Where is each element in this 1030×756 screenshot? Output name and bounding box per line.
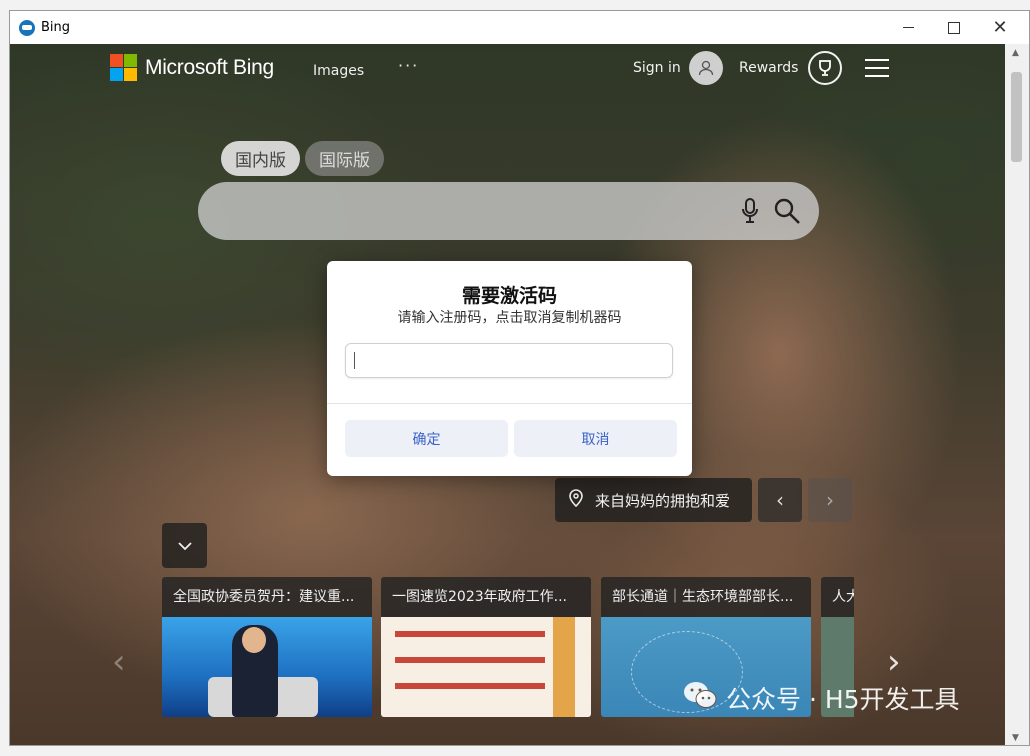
watermark: 公众号 · H5开发工具 [682, 680, 960, 716]
search-box[interactable] [198, 182, 819, 240]
wechat-icon [682, 680, 718, 716]
window-title: Bing [41, 20, 71, 35]
maximize-icon [948, 21, 960, 34]
menu-icon[interactable] [865, 59, 889, 83]
news-caption: 人大 [821, 577, 854, 617]
news-next-arrow-icon[interactable]: › [887, 642, 901, 682]
close-icon: ✕ [992, 17, 1008, 38]
sign-in-button[interactable]: Sign in [633, 51, 723, 85]
news-prev-arrow-icon[interactable]: ‹ [112, 642, 126, 682]
chevron-left-icon: ‹ [776, 488, 784, 512]
nav-images-link[interactable]: Images [313, 63, 364, 79]
search-icon[interactable] [773, 197, 801, 229]
activation-dialog: 需要激活码 请输入注册码，点击取消复制机器码 确定 取消 [327, 261, 692, 476]
browser-window: Bing ✕ Microsoft Bing Images ··· Sign in… [9, 10, 1030, 746]
news-thumbnail [381, 617, 591, 717]
location-pin-icon [569, 489, 583, 511]
image-location-button[interactable]: 来自妈妈的拥抱和爱 [555, 478, 752, 522]
chevron-down-icon [177, 541, 192, 550]
scroll-down-icon[interactable]: ▼ [1012, 733, 1019, 743]
news-caption: 全国政协委员贺丹：建议重... [162, 577, 372, 617]
news-card[interactable]: 全国政协委员贺丹：建议重... [162, 577, 372, 717]
bing-homepage: Microsoft Bing Images ··· Sign in Reward… [10, 44, 1006, 745]
news-caption: 一图速览2023年政府工作... [381, 577, 591, 617]
watermark-text: 公众号 · H5开发工具 [726, 685, 960, 714]
more-icon[interactable]: ··· [398, 56, 419, 75]
news-thumbnail [162, 617, 372, 717]
bing-app-icon [19, 19, 35, 36]
image-location-label: 来自妈妈的拥抱和爱 [595, 491, 731, 510]
rewards-label: Rewards [739, 60, 799, 76]
scroll-up-icon[interactable]: ▲ [1012, 48, 1019, 58]
activation-code-input[interactable] [345, 343, 673, 378]
region-tabs: 国内版 国际版 [221, 141, 389, 176]
next-image-button[interactable]: › [808, 478, 852, 522]
confirm-button[interactable]: 确定 [345, 420, 508, 457]
expand-feed-button[interactable] [162, 523, 207, 568]
brand-name: Microsoft Bing [145, 55, 274, 79]
microphone-icon[interactable] [741, 198, 759, 228]
maximize-button[interactable] [931, 11, 977, 44]
scrollbar-thumb[interactable] [1011, 72, 1022, 162]
sign-in-label: Sign in [633, 60, 681, 76]
title-bar: Bing ✕ [10, 11, 1029, 44]
chevron-right-icon: › [826, 488, 834, 512]
rewards-button[interactable]: Rewards [739, 51, 843, 85]
previous-image-button[interactable]: ‹ [758, 478, 802, 522]
news-caption: 部长通道｜生态环境部部长... [601, 577, 811, 617]
microsoft-logo-icon [110, 54, 137, 81]
minimize-icon [902, 27, 914, 28]
bing-logo[interactable]: Microsoft Bing [110, 54, 274, 81]
news-card[interactable]: 一图速览2023年政府工作... [381, 577, 591, 717]
dialog-divider [327, 403, 692, 404]
text-caret [354, 352, 355, 369]
dialog-title: 需要激活码 [461, 285, 557, 307]
dialog-subtitle: 请输入注册码，点击取消复制机器码 [397, 310, 622, 326]
trophy-icon [808, 51, 843, 85]
vertical-scrollbar[interactable]: ▲ ▼ [1005, 44, 1029, 745]
tab-domestic[interactable]: 国内版 [221, 141, 300, 176]
close-button[interactable]: ✕ [977, 11, 1023, 44]
user-avatar-icon [688, 51, 723, 85]
minimize-button[interactable] [885, 11, 931, 44]
tab-international[interactable]: 国际版 [305, 141, 384, 176]
cancel-button[interactable]: 取消 [514, 420, 677, 457]
